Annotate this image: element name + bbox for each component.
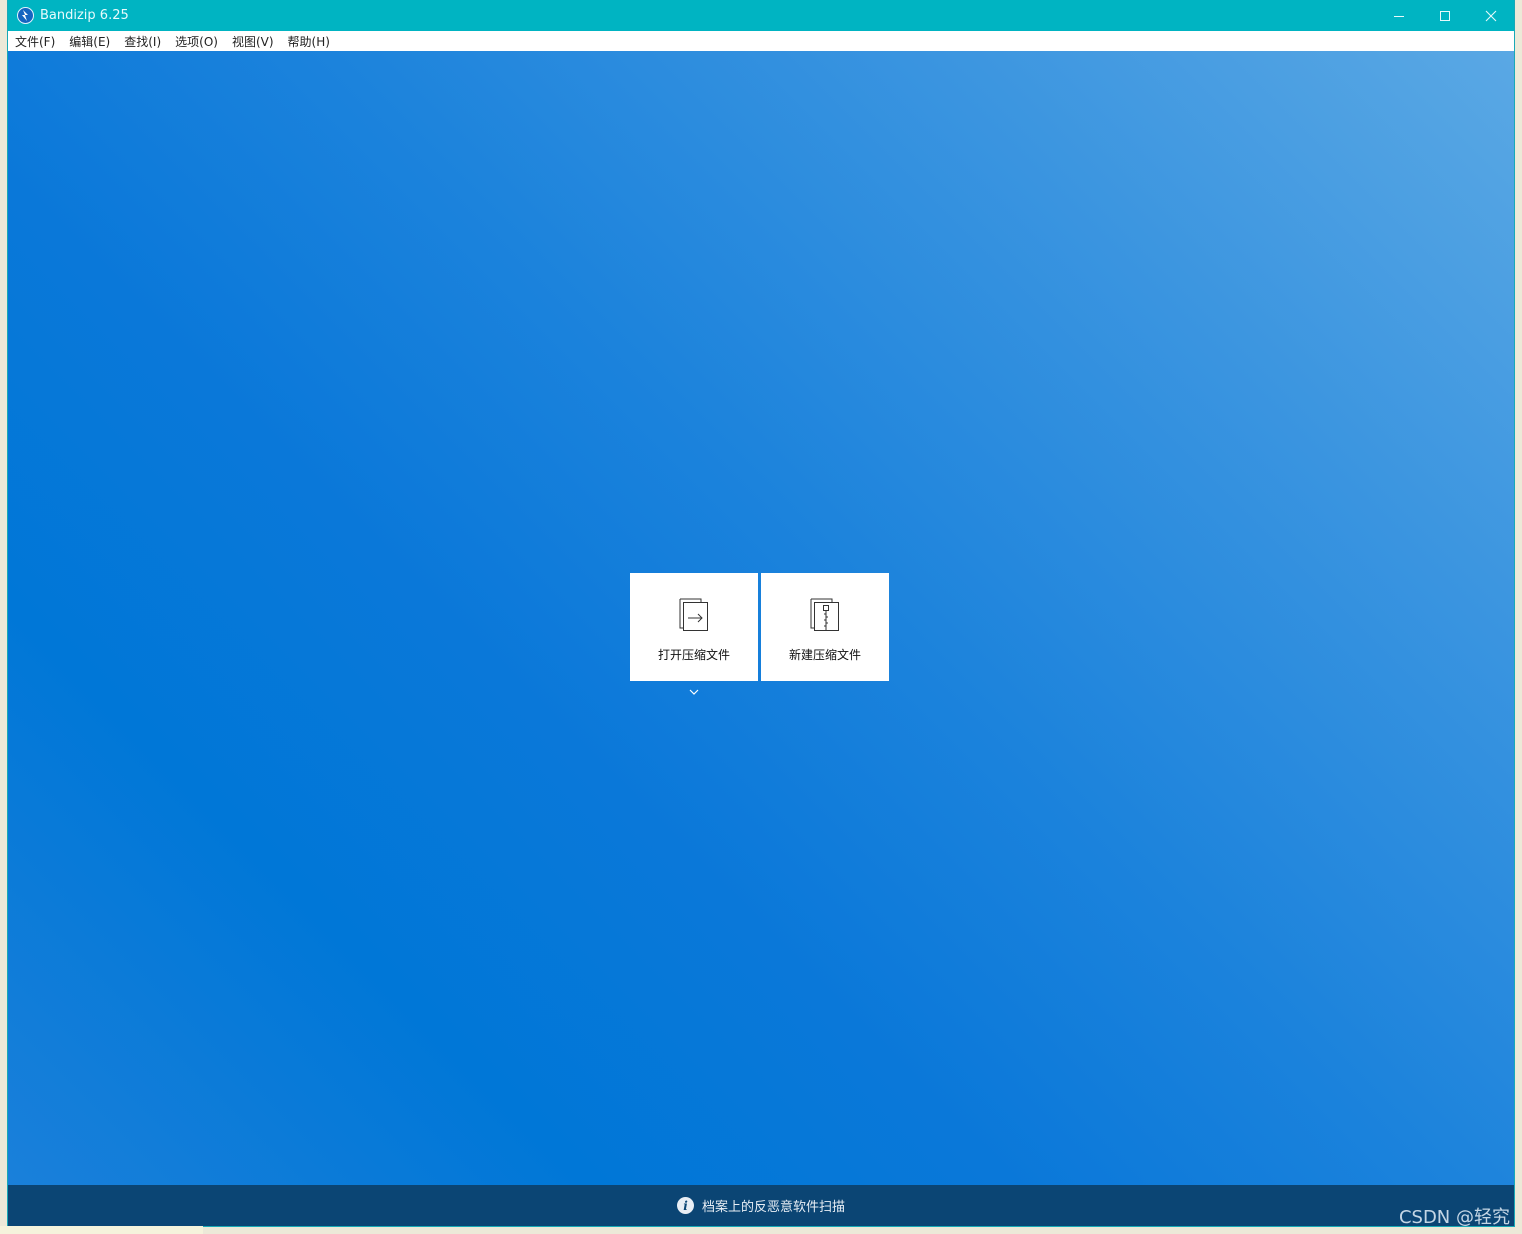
minimize-button[interactable] — [1376, 0, 1422, 31]
minimize-icon — [1394, 15, 1404, 17]
menu-edit[interactable]: 编辑(E) — [69, 32, 110, 51]
title-bar[interactable]: Bandizip 6.25 — [8, 0, 1514, 31]
new-archive-button[interactable]: 新建压缩文件 — [761, 573, 889, 681]
menu-view[interactable]: 视图(V) — [232, 32, 274, 51]
menu-bar: 文件(F) 编辑(E) 查找(I) 选项(O) 视图(V) 帮助(H) — [8, 31, 1514, 51]
open-archive-icon — [679, 598, 708, 631]
close-button[interactable] — [1468, 0, 1514, 31]
app-window: Bandizip 6.25 文件(F) 编辑(E) 查找(I) 选项(O) 视图… — [8, 0, 1514, 1226]
action-tiles: 打开压缩文件 新建压缩文件 — [630, 573, 889, 681]
new-archive-label: 新建压缩文件 — [788, 648, 861, 662]
menu-find[interactable]: 查找(I) — [124, 32, 161, 51]
open-archive-label: 打开压缩文件 — [657, 648, 730, 662]
info-icon: i — [676, 1197, 694, 1214]
window-controls — [1376, 0, 1514, 31]
status-text: 档案上的反恶意软件扫描 — [701, 1200, 845, 1215]
watermark: CSDN @轻究 — [1398, 1207, 1510, 1228]
status-bar[interactable]: i 档案上的反恶意软件扫描 — [8, 1185, 1514, 1226]
window-title: Bandizip 6.25 — [40, 8, 129, 23]
menu-help[interactable]: 帮助(H) — [288, 32, 330, 51]
close-icon — [1485, 10, 1497, 21]
new-archive-icon — [810, 598, 839, 631]
open-archive-button[interactable]: 打开压缩文件 — [630, 573, 758, 681]
menu-options[interactable]: 选项(O) — [175, 32, 218, 51]
main-content: 打开压缩文件 新建压缩文件 — [8, 51, 1514, 1185]
maximize-icon — [1440, 10, 1450, 21]
desktop-strip — [0, 1226, 203, 1234]
chevron-down-icon[interactable] — [688, 687, 700, 697]
maximize-button[interactable] — [1422, 0, 1468, 31]
bandizip-logo-icon — [17, 7, 34, 24]
menu-file[interactable]: 文件(F) — [15, 32, 55, 51]
